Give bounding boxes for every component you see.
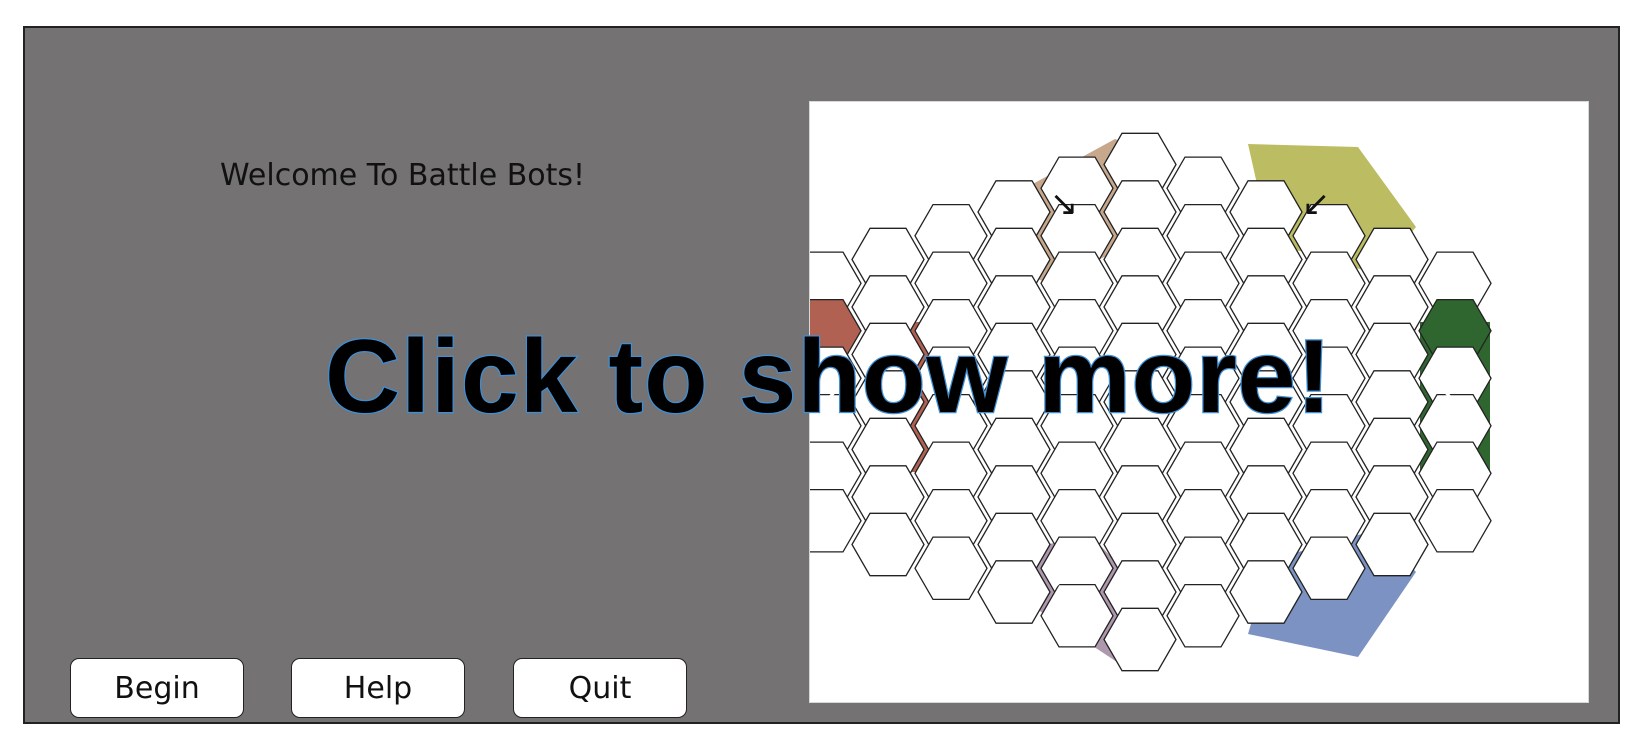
welcome-title: Welcome To Battle Bots! bbox=[220, 158, 586, 193]
start-arrow-icon: ↙ bbox=[1302, 184, 1331, 224]
click-to-show-more-overlay[interactable]: Click to show more! bbox=[324, 318, 1333, 437]
start-arrow-icon: ↘ bbox=[1050, 184, 1079, 224]
start-arrow-icon: ↗ bbox=[1050, 557, 1079, 597]
quit-button[interactable]: Quit bbox=[513, 658, 687, 718]
start-arrow-icon: ← bbox=[1441, 370, 1470, 410]
hex-cell[interactable] bbox=[851, 512, 925, 577]
help-button[interactable]: Help bbox=[291, 658, 465, 718]
hex-cell[interactable] bbox=[914, 536, 988, 601]
hex-cell[interactable] bbox=[1418, 488, 1492, 553]
begin-button[interactable]: Begin bbox=[70, 658, 244, 718]
start-arrow-icon: ↖ bbox=[1302, 557, 1331, 597]
hex-cell[interactable] bbox=[1166, 583, 1240, 648]
